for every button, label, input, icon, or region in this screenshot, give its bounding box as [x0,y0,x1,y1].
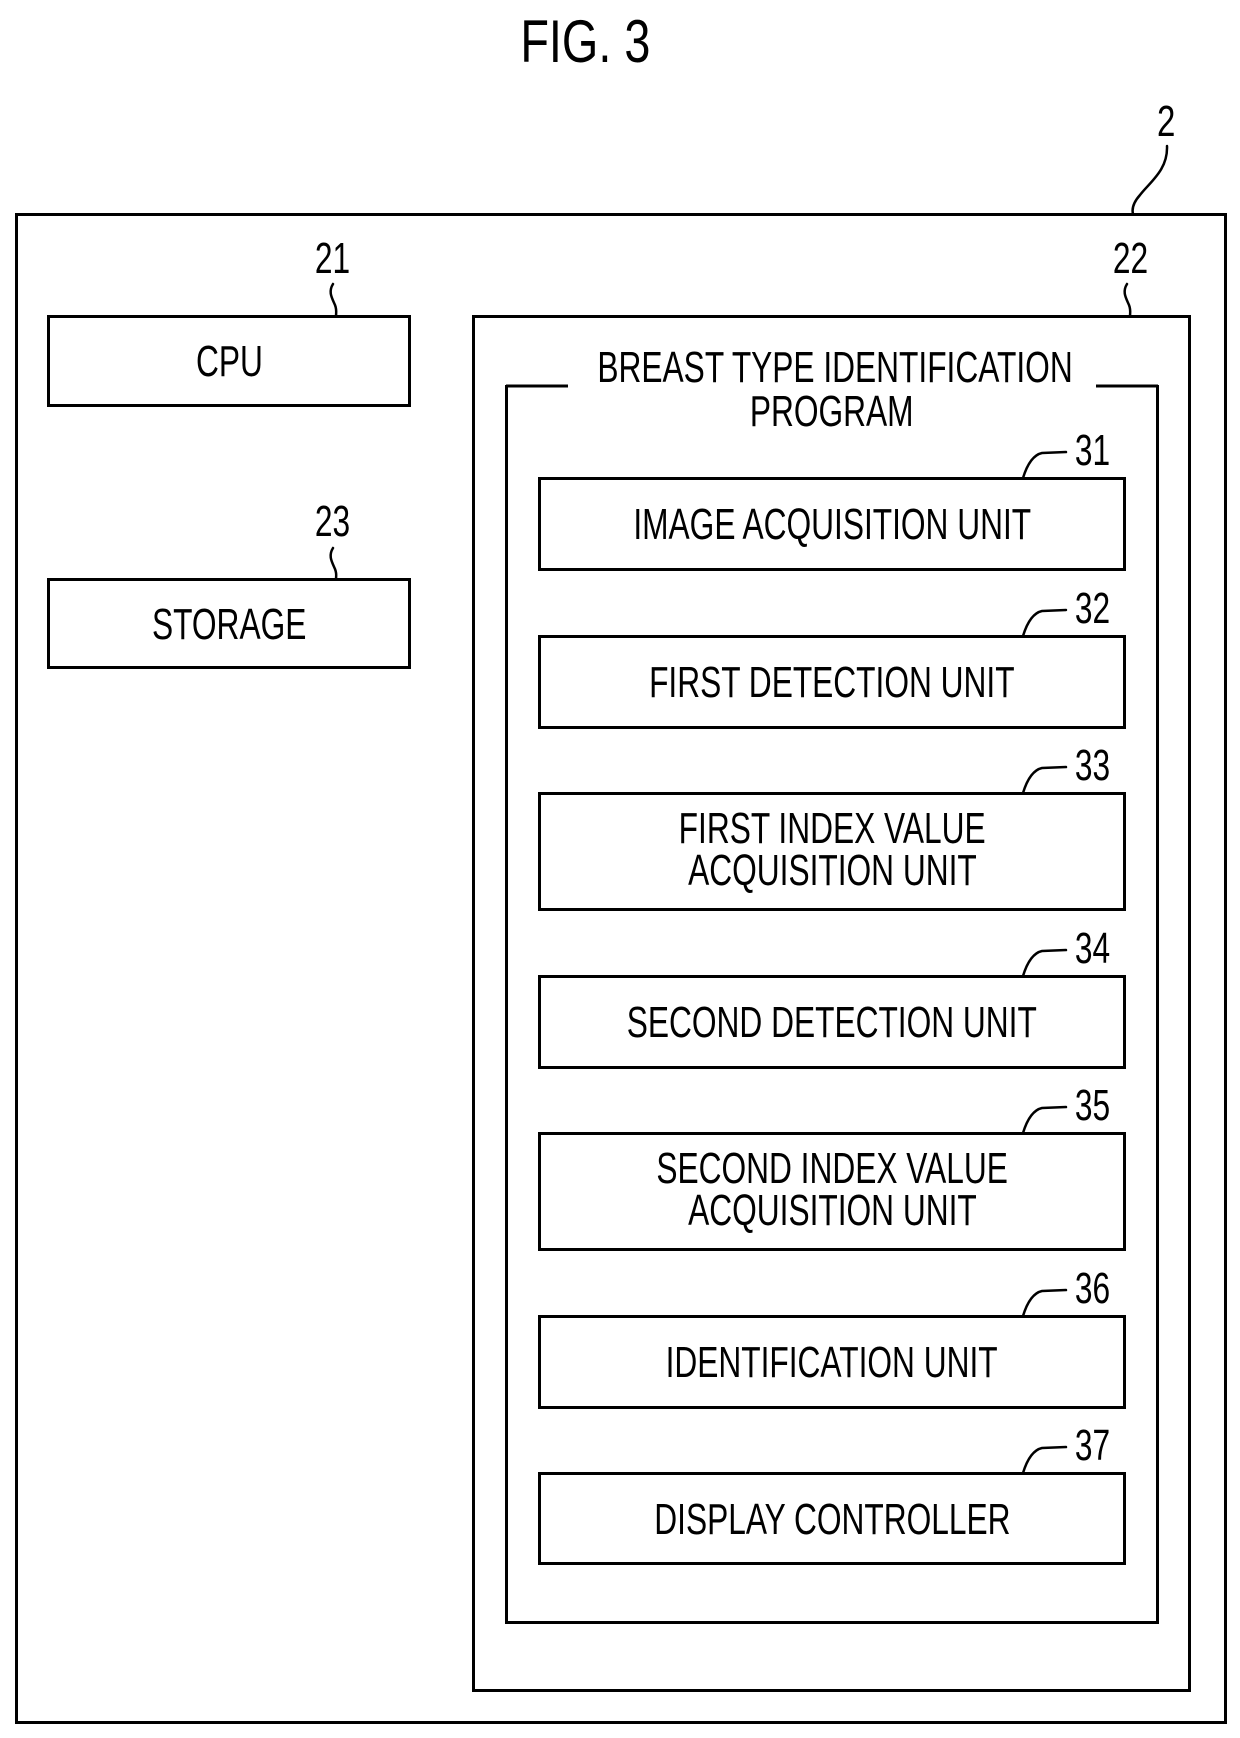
storage-label-text: STORAGE [151,600,307,649]
unit-label: ACQUISITION UNIT [541,849,1123,893]
unit-label-text: IMAGE ACQUISITION UNIT [633,500,1031,549]
ref-numeral-35-text: 35 [1074,1081,1111,1130]
unit-label: FIRST DETECTION UNIT [541,661,1123,705]
ref-numeral-21: 21 [308,237,352,281]
ref-numeral-22-text: 22 [1112,234,1149,283]
ref-numeral-23-text: 23 [314,497,351,546]
unit-box-identification: IDENTIFICATION UNIT [538,1315,1126,1409]
ref-numeral-21-text: 21 [314,234,351,283]
ref-numeral-2: 2 [1150,100,1182,144]
ref-numeral-23: 23 [308,500,352,544]
cpu-label-text: CPU [195,337,263,386]
unit-label: ACQUISITION UNIT [541,1189,1123,1233]
cpu-box: CPU [47,315,411,407]
program-title-line2: PROGRAM [750,387,914,436]
program-title: BREAST TYPE IDENTIFICATION [505,346,1159,390]
ref-numeral-36-text: 36 [1074,1264,1111,1313]
ref-numeral-22: 22 [1106,237,1150,281]
figure-title: FIG. 3 [490,12,680,72]
program-title-second-line: PROGRAM [505,390,1159,434]
unit-box-second-detection: SECOND DETECTION UNIT [538,975,1126,1069]
unit-box-image-acquisition: IMAGE ACQUISITION UNIT [538,477,1126,571]
unit-box-first-index-value-acquisition: FIRST INDEX VALUE ACQUISITION UNIT [538,792,1126,911]
unit-label-text: FIRST DETECTION UNIT [649,658,1015,707]
figure-title-text: FIG. 3 [519,8,651,75]
cpu-label: CPU [50,340,408,384]
ref-numeral-37-text: 37 [1074,1421,1111,1470]
unit-label-text: DISPLAY CONTROLLER [653,1495,1011,1544]
ref-numeral-34-text: 34 [1074,924,1111,973]
storage-label: STORAGE [50,603,408,647]
unit-label: DISPLAY CONTROLLER [541,1498,1123,1542]
ref-numeral-31-text: 31 [1074,426,1111,475]
unit-label-line2: ACQUISITION UNIT [687,846,977,895]
ref-numeral-35: 35 [1068,1084,1116,1128]
unit-label-line2: ACQUISITION UNIT [687,1186,977,1235]
unit-label-line1: SECOND INDEX VALUE [656,1144,1008,1193]
ref-numeral-2-text: 2 [1156,97,1176,146]
ref-numeral-32: 32 [1068,587,1116,631]
ref-numeral-33: 33 [1068,744,1116,788]
unit-label: IDENTIFICATION UNIT [541,1341,1123,1385]
unit-label: SECOND DETECTION UNIT [541,1001,1123,1045]
unit-label: FIRST INDEX VALUE [541,807,1123,851]
unit-label: IMAGE ACQUISITION UNIT [541,503,1123,547]
program-title-line1: BREAST TYPE IDENTIFICATION [597,343,1073,392]
unit-box-first-detection: FIRST DETECTION UNIT [538,635,1126,729]
unit-box-display-controller: DISPLAY CONTROLLER [538,1472,1126,1565]
ref-numeral-36: 36 [1068,1267,1116,1311]
ref-numeral-33-text: 33 [1074,741,1111,790]
ref-numeral-32-text: 32 [1074,584,1111,633]
ref-numeral-37: 37 [1068,1424,1116,1468]
ref-numeral-31: 31 [1068,429,1116,473]
unit-label-line1: FIRST INDEX VALUE [678,804,986,853]
unit-box-second-index-value-acquisition: SECOND INDEX VALUE ACQUISITION UNIT [538,1132,1126,1251]
unit-label-text: IDENTIFICATION UNIT [665,1338,999,1387]
leader-line-2 [1131,144,1169,216]
ref-numeral-34: 34 [1068,927,1116,971]
unit-label: SECOND INDEX VALUE [541,1147,1123,1191]
unit-label-text: SECOND DETECTION UNIT [626,998,1038,1047]
storage-box: STORAGE [47,578,411,669]
